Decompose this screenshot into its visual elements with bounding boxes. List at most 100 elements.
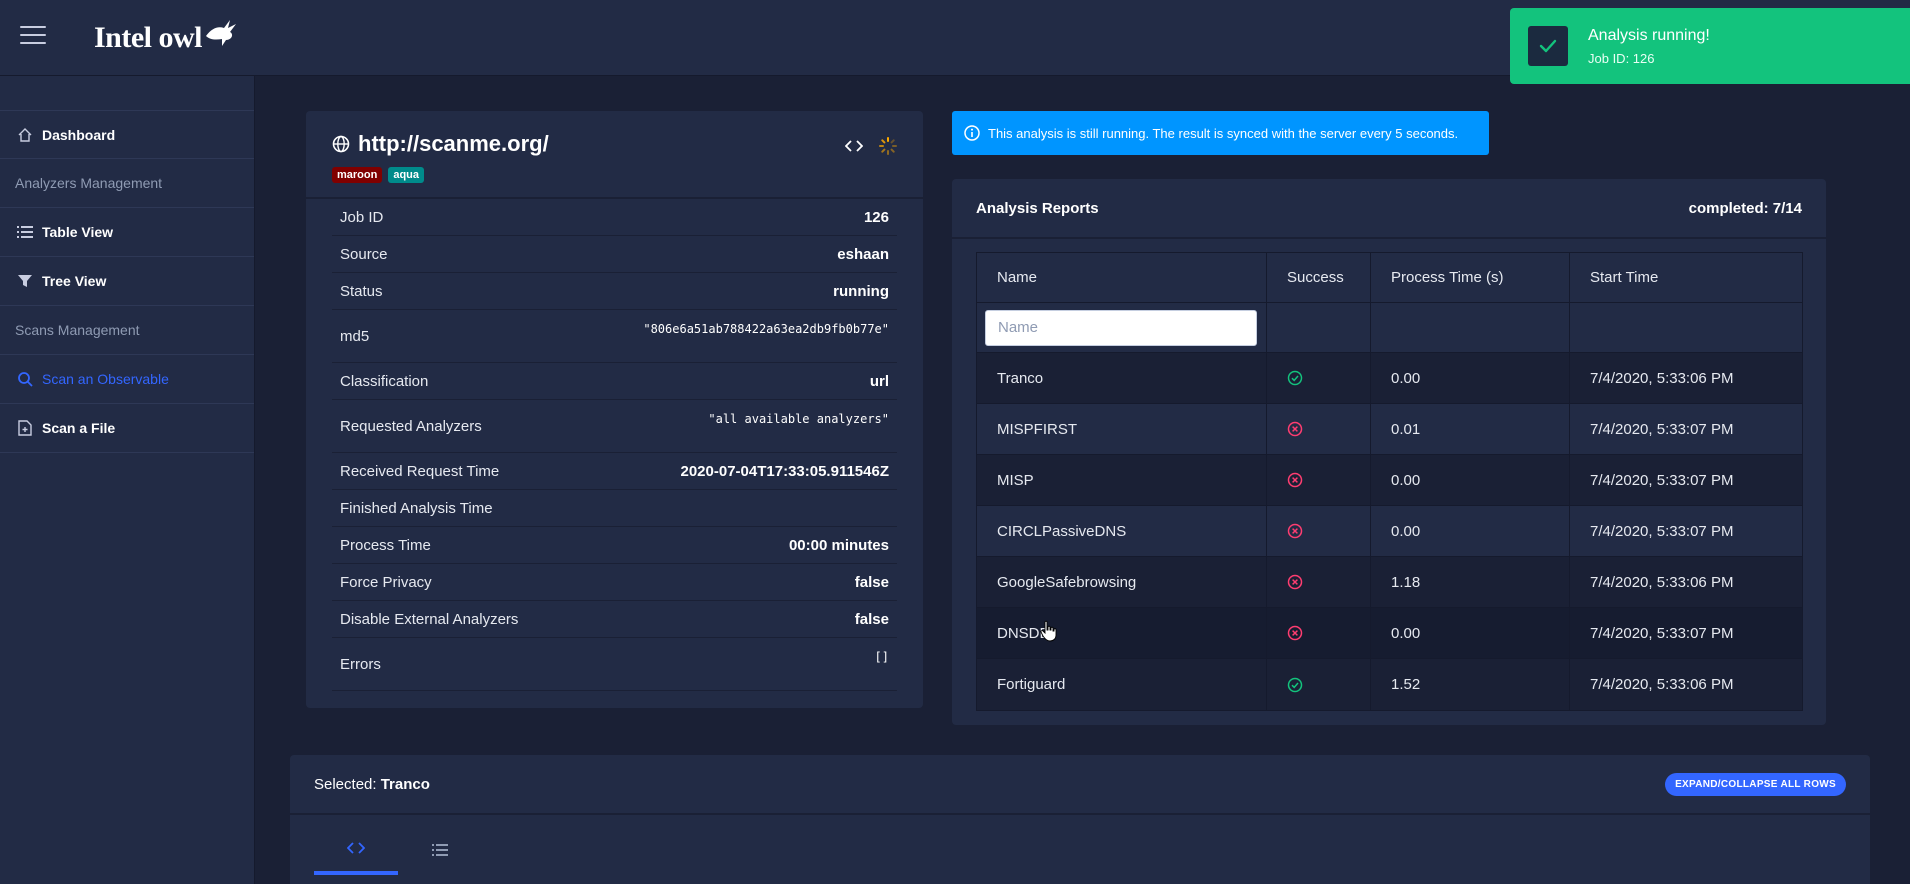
- cell-start-time: 7/4/2020, 5:33:07 PM: [1590, 522, 1734, 540]
- cell-process-time: 0.01: [1371, 404, 1570, 454]
- row-value: false: [854, 573, 889, 591]
- tag-badge[interactable]: maroon: [332, 167, 383, 183]
- table-row[interactable]: MISP 0.00 7/4/2020, 5:33:07 PM: [977, 455, 1802, 506]
- success-toast[interactable]: Analysis running! Job ID: 126: [1510, 8, 1910, 84]
- reports-title: Analysis Reports: [976, 199, 1099, 217]
- cell-name: MISP: [977, 455, 1267, 505]
- column-header-success[interactable]: Success: [1267, 253, 1371, 302]
- sidebar-item-scan-file[interactable]: Scan a File: [0, 404, 254, 453]
- cell-process-time: 1.52: [1371, 659, 1570, 710]
- file-icon: [16, 419, 34, 437]
- loading-spinner-icon: [879, 137, 897, 155]
- cell-start-time: 7/4/2020, 5:33:06 PM: [1590, 369, 1734, 387]
- error-x-icon: [1287, 523, 1303, 539]
- cell-name: DNSDB: [977, 608, 1267, 658]
- error-x-icon: [1287, 421, 1303, 437]
- globe-icon: [332, 135, 350, 153]
- reports-table: Name Success Process Time (s) Start Time…: [976, 252, 1803, 711]
- success-check-icon: [1287, 370, 1303, 386]
- job-row-disable-external: Disable External Analyzers false: [332, 601, 897, 638]
- code-icon: [347, 842, 365, 854]
- row-label: Source: [340, 245, 388, 263]
- cell-name: Tranco: [977, 353, 1267, 403]
- sidebar-item-label: Scan a File: [42, 420, 116, 436]
- list-icon: [432, 844, 448, 856]
- table-row[interactable]: DNSDB 0.00 7/4/2020, 5:33:07 PM: [977, 608, 1802, 659]
- sidebar-item-label: Table View: [42, 224, 114, 240]
- cell-start-time: 7/4/2020, 5:33:07 PM: [1590, 420, 1734, 438]
- sidebar-item-label: Dashboard: [42, 126, 116, 143]
- row-label: Errors: [340, 655, 381, 673]
- table-row[interactable]: Tranco 0.00 7/4/2020, 5:33:06 PM: [977, 353, 1802, 404]
- row-value: "all available analyzers": [708, 412, 889, 426]
- error-x-icon: [1287, 574, 1303, 590]
- sidebar-item-tree-view[interactable]: Tree View: [0, 257, 254, 306]
- info-icon: [964, 125, 980, 141]
- row-label: Status: [340, 282, 383, 300]
- cell-name: CIRCLPassiveDNS: [977, 506, 1267, 556]
- cell-start-time: 7/4/2020, 5:33:06 PM: [1590, 676, 1734, 693]
- cell-name: GoogleSafebrowsing: [977, 557, 1267, 607]
- cell-name: MISPFIRST: [977, 404, 1267, 454]
- cell-process-time: 0.00: [1371, 353, 1570, 403]
- row-value: 2020-07-04T17:33:05.911546Z: [680, 462, 890, 480]
- tag-badge[interactable]: aqua: [388, 167, 425, 183]
- sidebar-heading-scans: Scans Management: [0, 306, 254, 355]
- app-logo[interactable]: Intel owl: [94, 18, 238, 58]
- sidebar-item-table-view[interactable]: Table View: [0, 208, 254, 257]
- row-value: eshaan: [837, 245, 889, 263]
- sidebar-item-scan-observable[interactable]: Scan an Observable: [0, 355, 254, 404]
- sidebar-heading-analyzers: Analyzers Management: [0, 159, 254, 208]
- sidebar-item-label: Tree View: [42, 273, 107, 289]
- row-label: Classification: [340, 372, 429, 390]
- column-header-start-time[interactable]: Start Time: [1570, 253, 1802, 302]
- sidebar-item-label: Scan an Observable: [42, 371, 169, 387]
- column-header-name[interactable]: Name: [977, 253, 1267, 302]
- cell-start-time: 7/4/2020, 5:33:06 PM: [1590, 573, 1734, 591]
- cell-process-time: 0.00: [1371, 506, 1570, 556]
- owl-logo-icon: [206, 20, 236, 46]
- cell-start-time: 7/4/2020, 5:33:07 PM: [1590, 471, 1734, 489]
- toast-title: Analysis running!: [1588, 26, 1710, 44]
- code-view-icon[interactable]: [845, 139, 863, 153]
- cell-process-time: 0.00: [1371, 608, 1570, 658]
- tab-table-view[interactable]: [398, 825, 482, 875]
- table-filter-row: [977, 303, 1802, 353]
- completed-count: completed: 7/14: [1688, 199, 1802, 217]
- app-logo-text: Intel owl: [94, 21, 203, 54]
- selected-label: Selected: Tranco: [314, 775, 430, 793]
- table-row[interactable]: CIRCLPassiveDNS 0.00 7/4/2020, 5:33:07 PM: [977, 506, 1802, 557]
- sidebar-item-dashboard[interactable]: Dashboard: [0, 110, 254, 159]
- job-row-received-time: Received Request Time 2020-07-04T17:33:05…: [332, 453, 897, 490]
- job-row-errors: Errors []: [332, 638, 897, 691]
- row-label: Requested Analyzers: [340, 417, 482, 435]
- row-value: 126: [863, 208, 889, 226]
- tab-code-view[interactable]: [314, 825, 398, 875]
- search-icon: [16, 370, 34, 388]
- table-row[interactable]: MISPFIRST 0.01 7/4/2020, 5:33:07 PM: [977, 404, 1802, 455]
- table-row[interactable]: Fortiguard 1.52 7/4/2020, 5:33:06 PM: [977, 659, 1802, 710]
- cell-process-time: 0.00: [1371, 455, 1570, 505]
- home-icon: [16, 126, 34, 144]
- selected-report-name: Tranco: [380, 775, 430, 793]
- name-filter-input[interactable]: [985, 309, 1257, 346]
- expand-collapse-button[interactable]: EXPAND/COLLAPSE ALL ROWS: [1665, 772, 1846, 796]
- success-check-icon: [1287, 677, 1303, 693]
- column-header-process-time[interactable]: Process Time (s): [1371, 253, 1570, 302]
- selected-report-panel: Selected: Tranco EXPAND/COLLAPSE ALL ROW…: [290, 755, 1870, 884]
- sidebar: Dashboard Analyzers Management Table Vie…: [0, 76, 255, 884]
- job-row-source: Source eshaan: [332, 236, 897, 273]
- row-value: 00:00 minutes: [788, 536, 889, 554]
- row-value: "806e6a51ab788422a63ea2db9fb0b77e": [643, 322, 889, 336]
- row-label: Force Privacy: [340, 573, 432, 591]
- filter-icon: [16, 272, 34, 290]
- row-label: Process Time: [340, 536, 431, 554]
- menu-toggle-icon[interactable]: [20, 26, 46, 48]
- row-label: Received Request Time: [340, 462, 500, 480]
- row-label: Finished Analysis Time: [340, 499, 493, 517]
- row-value: []: [874, 650, 889, 664]
- job-row-force-privacy: Force Privacy false: [332, 564, 897, 601]
- row-label: Job ID: [340, 208, 384, 226]
- job-observable-title: http://scanme.org/: [358, 131, 549, 156]
- table-row[interactable]: GoogleSafebrowsing 1.18 7/4/2020, 5:33:06 …: [977, 557, 1802, 608]
